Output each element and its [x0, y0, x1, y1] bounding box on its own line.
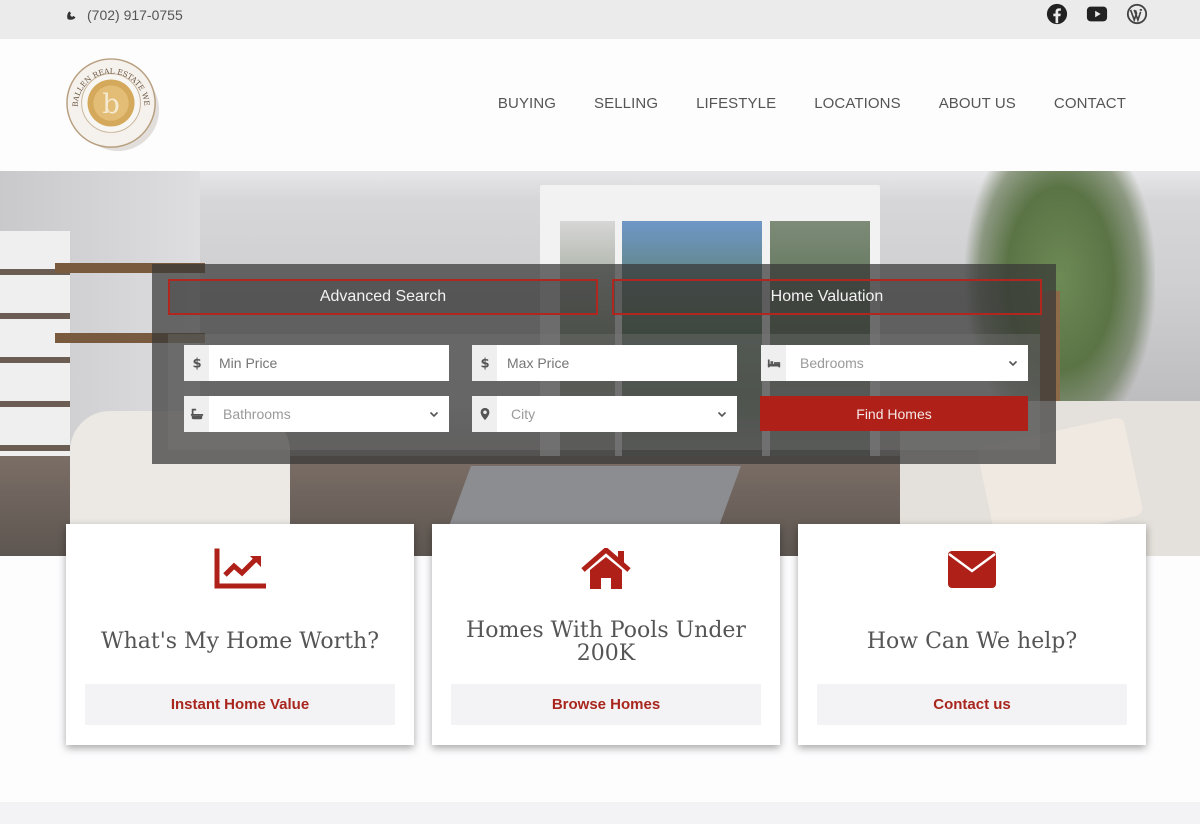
site-header: b BALLEN REAL ESTATE WEBSITES BUYING SEL… [0, 39, 1200, 171]
main-nav: BUYING SELLING LIFESTYLE LOCATIONS ABOUT… [498, 95, 1126, 112]
bathrooms-value: Bathrooms [223, 406, 291, 422]
nav-locations[interactable]: LOCATIONS [814, 95, 900, 112]
instant-home-value-button[interactable]: Instant Home Value [85, 684, 395, 725]
bedrooms-field: Bedrooms [761, 345, 1028, 381]
nav-about-us[interactable]: ABOUT US [939, 95, 1016, 112]
envelope-icon [948, 551, 996, 588]
chevron-down-icon [1008, 360, 1018, 367]
phone-number: (702) 917-0755 [87, 7, 183, 23]
nav-buying[interactable]: BUYING [498, 95, 556, 112]
bedrooms-select[interactable]: Bedrooms [786, 345, 1028, 381]
dollar-icon: $ [184, 345, 209, 381]
footer-strip [0, 802, 1200, 824]
find-homes-button[interactable]: Find Homes [760, 396, 1028, 431]
card-title: Homes With Pools Under 200K [466, 618, 746, 666]
max-price-input[interactable] [497, 345, 737, 381]
bathrooms-select[interactable]: Bathrooms [209, 396, 449, 432]
card-title: How Can We help? [866, 629, 1078, 654]
youtube-icon[interactable] [1086, 3, 1108, 25]
nav-contact[interactable]: CONTACT [1054, 95, 1126, 112]
phone-icon [67, 11, 76, 20]
dollar-icon: $ [472, 345, 497, 381]
bed-icon [761, 345, 786, 381]
top-bar: (702) 917-0755 [0, 0, 1200, 39]
svg-text:$: $ [192, 356, 201, 370]
hero-table [449, 466, 741, 526]
chevron-down-icon [717, 411, 727, 418]
logo-letter: b [102, 89, 120, 120]
wordpress-icon[interactable] [1126, 3, 1148, 25]
chevron-down-icon [429, 411, 439, 418]
bedrooms-value: Bedrooms [800, 355, 864, 371]
home-icon [581, 548, 631, 589]
contact-us-button[interactable]: Contact us [817, 684, 1127, 725]
chart-line-icon [214, 548, 266, 589]
card-home-worth: What's My Home Worth? Instant Home Value [66, 524, 414, 745]
min-price-input[interactable] [209, 345, 449, 381]
social-links [1046, 3, 1148, 25]
browse-homes-button[interactable]: Browse Homes [451, 684, 761, 725]
tab-advanced-search[interactable]: Advanced Search [168, 279, 598, 315]
bathrooms-field: Bathrooms [184, 396, 449, 432]
city-value: City [511, 406, 536, 422]
card-title: What's My Home Worth? [100, 629, 379, 654]
city-field: City [472, 396, 737, 432]
nav-lifestyle[interactable]: LIFESTYLE [696, 95, 776, 112]
card-pool-homes: Homes With Pools Under 200K Browse Homes [432, 524, 780, 745]
site-logo[interactable]: b BALLEN REAL ESTATE WEBSITES [61, 49, 162, 154]
max-price-field: $ [472, 345, 737, 381]
min-price-field: $ [184, 345, 449, 381]
bathtub-icon [184, 396, 209, 432]
facebook-icon[interactable] [1046, 3, 1068, 25]
tab-home-valuation[interactable]: Home Valuation [612, 279, 1042, 315]
svg-text:$: $ [480, 356, 489, 370]
city-select[interactable]: City [497, 396, 737, 432]
nav-selling[interactable]: SELLING [594, 95, 658, 112]
map-pin-icon [472, 396, 497, 432]
phone-link[interactable]: (702) 917-0755 [65, 7, 183, 23]
card-help: How Can We help? Contact us [798, 524, 1146, 745]
